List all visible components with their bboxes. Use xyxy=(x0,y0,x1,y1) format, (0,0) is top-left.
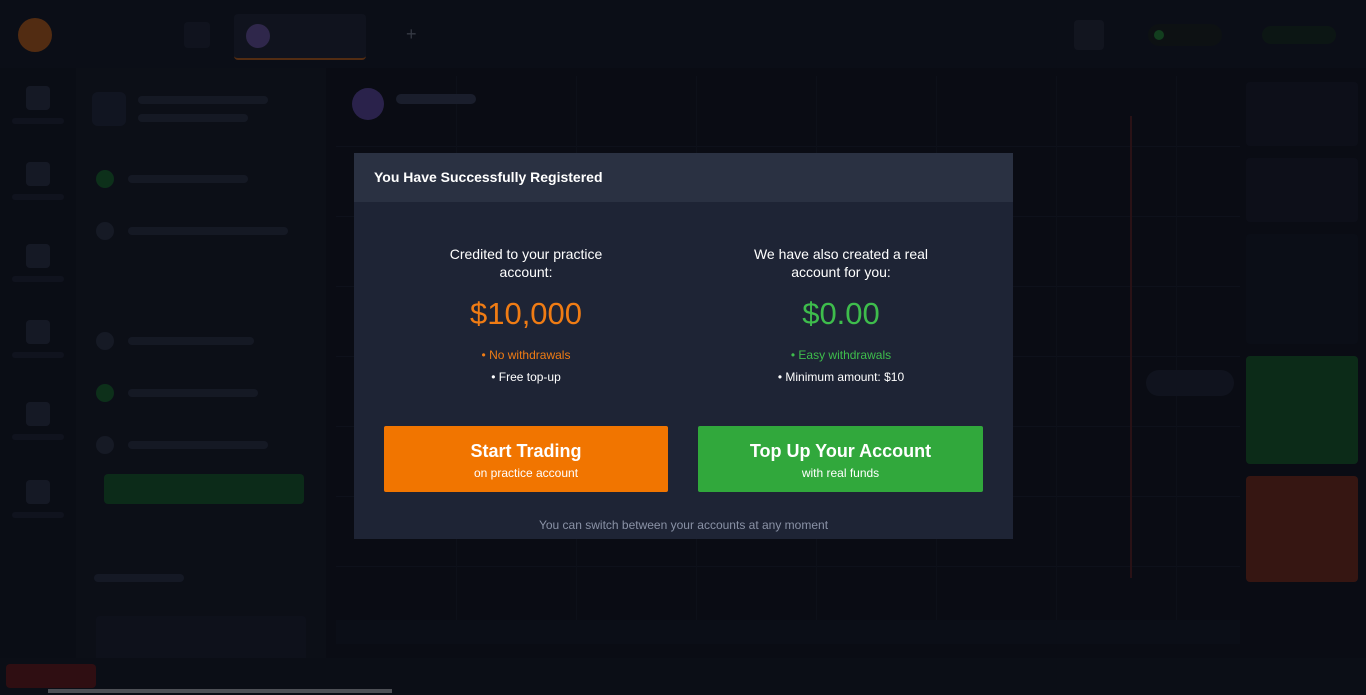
practice-amount: $10,000 xyxy=(469,296,583,331)
practice-account-column: Credited to your practice account: $10,0… xyxy=(376,245,676,385)
top-up-label: Top Up Your Account xyxy=(749,441,932,461)
registration-success-dialog: You Have Successfully Registered Credite… xyxy=(354,153,1013,539)
real-feature: • Minimum amount: $10 xyxy=(777,370,905,384)
practice-feature: • Free top-up xyxy=(491,370,561,384)
top-up-account-button[interactable]: Top Up Your Account with real funds xyxy=(698,426,983,492)
dialog-title: You Have Successfully Registered xyxy=(374,169,603,185)
practice-heading: Credited to your practice account: xyxy=(449,246,603,280)
start-trading-sublabel: on practice account xyxy=(473,466,579,480)
dialog-header: You Have Successfully Registered xyxy=(354,153,1013,202)
start-trading-button[interactable]: Start Trading on practice account xyxy=(384,426,668,492)
switch-accounts-note: You can switch between your accounts at … xyxy=(538,518,829,532)
practice-feature: • No withdrawals xyxy=(481,348,571,362)
real-heading: We have also created a real account for … xyxy=(753,246,929,280)
real-feature: • Easy withdrawals xyxy=(790,348,892,362)
start-trading-label: Start Trading xyxy=(470,441,582,461)
real-account-column: We have also created a real account for … xyxy=(691,245,991,385)
real-amount: $0.00 xyxy=(802,296,880,331)
top-up-sublabel: with real funds xyxy=(801,466,880,480)
